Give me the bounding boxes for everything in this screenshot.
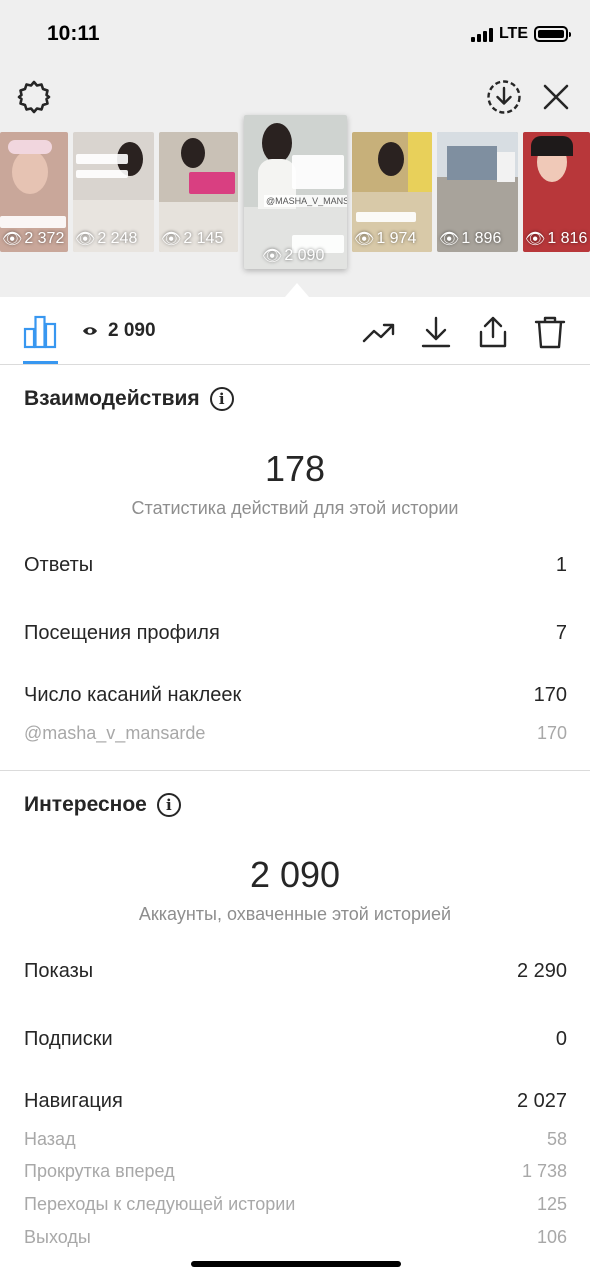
status-time: 10:11 xyxy=(47,22,100,45)
insights-toolbar: 2 090 xyxy=(0,297,590,365)
story-header: 👁 2 372 👁 2 248 👁 2 145 @MASHA_V_MANS 👁 … xyxy=(0,70,590,297)
story-view-count: 👁 2 145 xyxy=(161,230,224,248)
stat-subrow-exits: Выходы 106 xyxy=(24,1227,567,1247)
gear-icon[interactable] xyxy=(14,77,54,117)
download-icon[interactable] xyxy=(418,314,454,350)
eye-icon: 👁 xyxy=(525,231,546,248)
home-indicator[interactable] xyxy=(191,1261,401,1267)
stat-row-sticker-taps: Число касаний наклеек 170 xyxy=(24,684,567,706)
download-circle-icon[interactable] xyxy=(484,77,524,117)
stat-subrow-back: Назад 58 xyxy=(24,1129,567,1149)
story-tray: 👁 2 372 👁 2 248 👁 2 145 @MASHA_V_MANS 👁 … xyxy=(0,115,590,272)
story-view-count: 👁 2 248 xyxy=(75,230,138,248)
interactions-total: 178 xyxy=(264,448,326,489)
stat-row-impressions: Показы 2 290 xyxy=(24,960,567,982)
network-label: LTE xyxy=(498,25,528,42)
bar-chart-icon[interactable] xyxy=(22,314,58,350)
story-view-count: 👁 1 974 xyxy=(354,230,417,248)
active-tab-indicator xyxy=(23,361,58,364)
eye-icon: 👁 xyxy=(2,231,23,248)
trash-icon[interactable] xyxy=(532,314,568,350)
views-count: 2 090 xyxy=(108,320,156,341)
story-thumbnail[interactable]: 👁 2 145 xyxy=(159,132,238,252)
eye-icon: 👁 xyxy=(439,231,460,248)
eye-icon: 👁 xyxy=(161,231,182,248)
section-divider xyxy=(0,770,590,771)
active-story-pointer xyxy=(285,283,309,297)
signal-icon xyxy=(470,27,493,42)
stat-row-follows: Подписки 0 xyxy=(24,1028,567,1050)
story-thumbnail[interactable]: 👁 2 248 xyxy=(73,132,154,252)
discovery-section-title: Интересное i xyxy=(24,793,181,817)
eye-icon: 👁 xyxy=(75,231,96,248)
interactions-caption: Статистика действий для этой истории xyxy=(131,498,459,518)
story-thumbnail[interactable]: 👁 1 974 xyxy=(352,132,432,252)
info-icon[interactable]: i xyxy=(209,387,234,411)
story-view-count: 👁 2 372 xyxy=(2,230,65,248)
story-thumbnail-active[interactable]: @MASHA_V_MANSARDE 👁2 090 xyxy=(244,115,347,269)
status-bar: 10:11 LTE xyxy=(0,0,590,70)
story-sticker: @MASHA_V_MANSARDE xyxy=(264,195,347,207)
story-view-count: 👁 1 896 xyxy=(439,230,502,248)
stat-subrow-mention[interactable]: @masha_v_mansarde 170 xyxy=(24,723,567,744)
discovery-total: 2 090 xyxy=(249,854,341,895)
stat-row-replies: Ответы 1 xyxy=(24,554,567,576)
views-summary: 2 090 xyxy=(82,320,156,342)
close-icon[interactable] xyxy=(536,77,576,117)
stat-subrow-next-story: Переходы к следующей истории 125 xyxy=(24,1194,567,1214)
eye-icon: 👁 xyxy=(262,248,283,265)
interactions-section-title: Взаимодействия i xyxy=(24,387,234,411)
promote-trend-icon[interactable] xyxy=(361,314,397,350)
story-thumbnail[interactable]: 👁 2 372 xyxy=(0,132,68,252)
story-view-count: 👁 1 816 xyxy=(525,230,588,248)
discovery-caption: Аккаунты, охваченные этой историей xyxy=(138,904,452,924)
eye-icon: 👁 xyxy=(354,231,375,248)
story-thumbnail[interactable]: 👁 1 816 xyxy=(523,132,590,252)
stat-subrow-forward: Прокрутка вперед 1 738 xyxy=(24,1161,567,1181)
eye-icon xyxy=(83,327,97,335)
status-indicators: LTE xyxy=(470,25,571,43)
story-view-count: 👁 2 090 xyxy=(262,247,325,265)
stat-row-navigation: Навигация 2 027 xyxy=(24,1090,567,1112)
share-icon[interactable] xyxy=(475,314,511,350)
stat-row-profile-visits: Посещения профиля 7 xyxy=(24,622,567,644)
battery-icon xyxy=(534,26,571,42)
info-icon[interactable]: i xyxy=(156,793,181,817)
story-thumbnail[interactable]: 👁 1 896 xyxy=(437,132,518,252)
